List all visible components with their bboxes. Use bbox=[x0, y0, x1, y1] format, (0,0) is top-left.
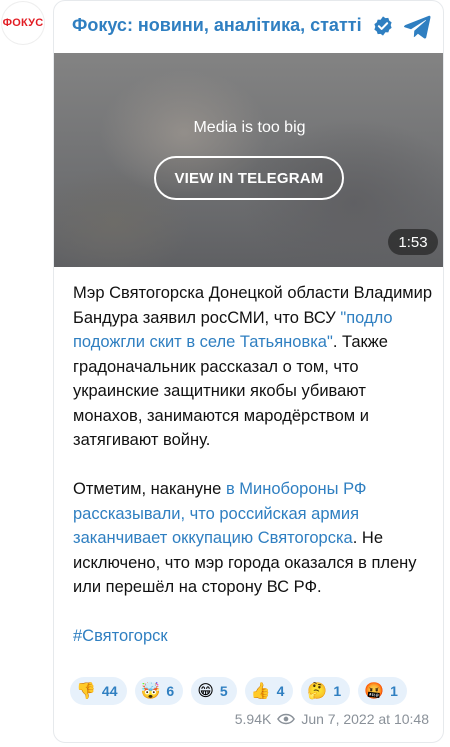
card-header: Фокус: новини, аналітика, статті bbox=[54, 1, 443, 53]
message-paragraph-1: Мэр Святогорска Донецкой области Владими… bbox=[73, 281, 433, 453]
verified-badge-icon bbox=[374, 16, 392, 36]
hashtag-link[interactable]: #Святогорск bbox=[73, 627, 168, 645]
video-preview[interactable]: Media is too big VIEW IN TELEGRAM 1:53 bbox=[54, 53, 443, 267]
thinking-face-icon: 🤔 bbox=[307, 681, 328, 700]
view-count: 5.94K bbox=[234, 711, 272, 727]
eye-icon bbox=[277, 713, 296, 725]
reaction-thumbs-up[interactable]: 👍 4 bbox=[244, 677, 294, 705]
reaction-count: 1 bbox=[390, 683, 398, 699]
cursing-face-icon: 🤬 bbox=[364, 681, 385, 700]
telegram-logo-icon[interactable] bbox=[402, 11, 432, 41]
reaction-exploding-head[interactable]: 🤯 6 bbox=[134, 677, 184, 705]
reaction-grinning-face[interactable]: 😁 5 bbox=[191, 677, 237, 705]
view-in-telegram-button[interactable]: VIEW IN TELEGRAM bbox=[154, 156, 344, 200]
message-meta: 5.94K Jun 7, 2022 at 10:48 bbox=[235, 711, 429, 727]
reactions-bar: 👎 44 🤯 6 😁 5 👍 4 🤔 1 🤬 1 bbox=[70, 677, 407, 707]
reaction-thinking-face[interactable]: 🤔 1 bbox=[301, 677, 351, 705]
reaction-count: 6 bbox=[166, 683, 175, 699]
channel-avatar[interactable]: ФОКУС bbox=[2, 2, 44, 44]
reaction-cursing-face[interactable]: 🤬 1 bbox=[358, 677, 407, 705]
channel-title[interactable]: Фокус: новини, аналітика, статті bbox=[72, 15, 362, 36]
message-text: Мэр Святогорска Донецкой области Владими… bbox=[73, 281, 433, 649]
thumbs-down-icon: 👎 bbox=[76, 681, 96, 700]
exploding-head-icon: 🤯 bbox=[140, 681, 161, 700]
thumbs-up-icon: 👍 bbox=[250, 681, 271, 700]
message-card: Фокус: новини, аналітика, статті Media i… bbox=[53, 0, 444, 743]
reaction-count: 5 bbox=[219, 683, 228, 699]
reaction-thumbs-down[interactable]: 👎 44 bbox=[70, 677, 127, 705]
post-date[interactable]: Jun 7, 2022 at 10:48 bbox=[301, 711, 429, 727]
video-duration-badge: 1:53 bbox=[388, 229, 438, 255]
reaction-count: 44 bbox=[101, 683, 118, 699]
reaction-count: 1 bbox=[333, 683, 342, 699]
reaction-count: 4 bbox=[276, 683, 285, 699]
telegram-post-page: ФОКУС Фокус: новини, аналітика, статті M… bbox=[0, 0, 450, 747]
message-paragraph-2: Отметим, накануне в Минобороны РФ расска… bbox=[73, 477, 433, 600]
avatar-logo-text: ФОКУС bbox=[2, 17, 44, 29]
hashtag-paragraph: #Святогорск bbox=[73, 624, 433, 649]
grinning-face-icon: 😁 bbox=[197, 681, 214, 700]
paragraph-2-text-a: Отметим, накануне bbox=[73, 480, 226, 498]
media-too-big-notice: Media is too big bbox=[193, 119, 306, 136]
